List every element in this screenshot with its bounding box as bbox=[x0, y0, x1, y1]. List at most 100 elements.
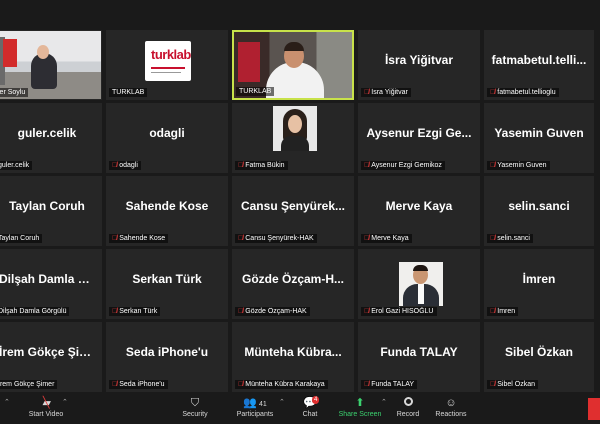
participant-tile[interactable]: Funda TALAY 🎙̸ Funda TALAY bbox=[358, 322, 480, 392]
reactions-icon: ☺ bbox=[445, 397, 457, 409]
mic-muted-icon: 🎙̸ bbox=[112, 308, 118, 315]
participant-name-label: 🎙̸ Funda TALAY bbox=[361, 380, 418, 389]
participant-tile[interactable]: ler Soylu bbox=[0, 30, 102, 100]
participant-display-name: Sibel Özkan bbox=[504, 345, 574, 359]
mic-muted-icon: 🎙̸ bbox=[112, 162, 118, 169]
mic-muted-icon: 🎙̸ bbox=[364, 162, 370, 169]
mic-muted-icon: 🎙̸ bbox=[112, 235, 118, 242]
participant-tile[interactable]: 🎙̸ Fatma Bükin bbox=[232, 103, 354, 173]
participant-tile[interactable]: Dilşah Damla G... Dilşah Damla Görgülü bbox=[0, 249, 102, 319]
mic-muted-icon: 🎙̸ bbox=[364, 89, 370, 96]
chat-label: Chat bbox=[302, 411, 318, 418]
participant-name-label: TURKLAB bbox=[109, 88, 148, 97]
participant-name: Sahende Kose bbox=[119, 235, 166, 242]
participant-name-label: 🎙̸ Cansu Şenyürek-HAK bbox=[235, 234, 317, 243]
security-button[interactable]: ⛉ Security bbox=[178, 396, 212, 418]
participant-tile[interactable]: İsra Yiğitvar 🎙̸ İsra Yiğitvar bbox=[358, 30, 480, 100]
participant-name-label: 🎙̸ Gözde Özçam-HAK bbox=[235, 307, 310, 316]
chat-button[interactable]: 💬 4 Chat bbox=[298, 396, 322, 418]
start-video-button[interactable]: ▰╲ Start Video bbox=[26, 396, 66, 418]
participants-button[interactable]: 👥 41 Participants bbox=[232, 396, 278, 418]
participant-tile[interactable]: Serkan Türk 🎙̸ Serkan Türk bbox=[106, 249, 228, 319]
participant-tile[interactable]: Merve Kaya 🎙̸ Merve Kaya bbox=[358, 176, 480, 246]
participant-name-label: Taylan Coruh bbox=[0, 234, 43, 243]
participant-tile[interactable]: guler.celik guler.celik bbox=[0, 103, 102, 173]
participant-name-label: 🎙̸ Sibel Özkan bbox=[487, 380, 538, 389]
participant-name-label: 🎙̸ Sahende Kose bbox=[109, 234, 169, 243]
participant-name-label: 🎙̸ Aysenur Ezgi Gemikoz bbox=[361, 161, 445, 170]
participant-tile[interactable]: Taylan Coruh Taylan Coruh bbox=[0, 176, 102, 246]
participant-name-label: TURKLAB bbox=[236, 87, 275, 96]
participant-name: Erol Gazi HISOĞLU bbox=[371, 308, 434, 315]
participant-name: Taylan Coruh bbox=[0, 235, 40, 242]
participants-icon: 👥 41 bbox=[243, 397, 267, 409]
participant-tile[interactable]: Münteha Kübra... 🎙̸ Münteha Kübra Karakaya bbox=[232, 322, 354, 392]
mic-muted-icon: 🎙̸ bbox=[238, 381, 244, 388]
participant-tile[interactable]: Cansu Şenyürek... 🎙̸ Cansu Şenyürek-HAK bbox=[232, 176, 354, 246]
mic-muted-icon: 🎙̸ bbox=[112, 381, 118, 388]
video-gallery: ler Soylu turklab TURKLAB TURKLAB İsra Yiğit… bbox=[0, 30, 594, 392]
participant-display-name: Taylan Coruh bbox=[9, 199, 85, 213]
participant-name: Seda iPhone'u bbox=[119, 381, 165, 388]
record-button[interactable]: Record bbox=[394, 396, 422, 418]
participant-tile[interactable]: 🎙̸ Erol Gazi HISOĞLU bbox=[358, 249, 480, 319]
participant-name: selin.sanci bbox=[497, 235, 530, 242]
participant-display-name: Serkan Türk bbox=[132, 272, 202, 286]
participant-tile[interactable]: Yasemin Guven 🎙̸ Yasemin Guven bbox=[484, 103, 594, 173]
participant-name: ler Soylu bbox=[0, 89, 26, 96]
participant-tile[interactable]: odagli 🎙̸ odagli bbox=[106, 103, 228, 173]
participant-name: Dilşah Damla Görgülü bbox=[0, 308, 67, 315]
share-screen-icon: ⬆ bbox=[355, 397, 365, 409]
participant-tile[interactable]: Sibel Özkan 🎙̸ Sibel Özkan bbox=[484, 322, 594, 392]
participant-display-name: Sahende Kose bbox=[125, 199, 209, 213]
participant-name: odagli bbox=[119, 162, 138, 169]
participant-display-name: Merve Kaya bbox=[385, 199, 453, 213]
reactions-label: Reactions bbox=[435, 411, 467, 418]
participant-name-label: 🎙̸ Serkan Türk bbox=[109, 307, 161, 316]
end-meeting-button[interactable] bbox=[588, 398, 600, 420]
participants-options-chevron-icon[interactable]: ⌃ bbox=[279, 398, 285, 406]
participant-tile[interactable]: TURKLAB bbox=[232, 30, 354, 100]
participant-tile[interactable]: Seda iPhone'u 🎙̸ Seda iPhone'u bbox=[106, 322, 228, 392]
participant-tile[interactable]: selin.sanci 🎙̸ selin.sanci bbox=[484, 176, 594, 246]
mic-muted-icon: 🎙̸ bbox=[364, 235, 370, 242]
participant-name-label: 🎙̸ Seda iPhone'u bbox=[109, 380, 168, 389]
participant-tile[interactable]: Gözde Özçam-H... 🎙̸ Gözde Özçam-HAK bbox=[232, 249, 354, 319]
meeting-toolbar: ⌃ ▰╲ Start Video ⌃ ⛉ Security 👥 41 Partic… bbox=[0, 394, 600, 424]
mic-muted-icon: 🎙̸ bbox=[490, 381, 496, 388]
security-label: Security bbox=[182, 411, 208, 418]
profile-photo bbox=[399, 262, 443, 306]
video-off-icon: ▰╲ bbox=[42, 397, 51, 409]
participant-tile[interactable]: fatmabetul.telli... 🎙̸ fatmabetul.telliogl… bbox=[484, 30, 594, 100]
video-options-chevron-icon[interactable]: ⌃ bbox=[62, 398, 68, 406]
start-video-label: Start Video bbox=[28, 411, 64, 418]
participant-name: guler.celik bbox=[0, 162, 30, 169]
audio-options-chevron-icon[interactable]: ⌃ bbox=[4, 398, 10, 406]
participant-tile[interactable]: Sahende Kose 🎙̸ Sahende Kose bbox=[106, 176, 228, 246]
share-options-chevron-icon[interactable]: ⌃ bbox=[381, 398, 387, 406]
participant-display-name: İrem Gökçe Şimer bbox=[0, 345, 101, 359]
mic-muted-icon: 🎙̸ bbox=[238, 308, 244, 315]
participant-tile[interactable]: İmren 🎙̸ İmren bbox=[484, 249, 594, 319]
participant-name: Münteha Kübra Karakaya bbox=[245, 381, 325, 388]
mic-muted-icon: 🎙̸ bbox=[364, 308, 370, 315]
participant-name: Fatma Bükin bbox=[245, 162, 285, 169]
share-screen-button[interactable]: ⬆ Share Screen bbox=[338, 396, 382, 418]
participant-display-name: Dilşah Damla G... bbox=[0, 272, 98, 286]
participant-name-label: 🎙̸ İmren bbox=[487, 307, 519, 316]
participant-name-label: 🎙̸ Fatma Bükin bbox=[235, 161, 288, 170]
participant-name: fatmabetul.tellioglu bbox=[497, 89, 556, 96]
participant-name: Serkan Türk bbox=[119, 308, 158, 315]
participant-tile[interactable]: Aysenur Ezgi Ge... 🎙̸ Aysenur Ezgi Gemikoz bbox=[358, 103, 480, 173]
participant-name-label: 🎙̸ Münteha Kübra Karakaya bbox=[235, 380, 328, 389]
participant-name-label: 🎙̸ Yasemin Guven bbox=[487, 161, 550, 170]
participant-name-label: ler Soylu bbox=[0, 88, 29, 97]
flag-icon bbox=[3, 39, 17, 67]
participant-name: Merve Kaya bbox=[371, 235, 409, 242]
participant-display-name: fatmabetul.telli... bbox=[491, 53, 587, 67]
participant-tile[interactable]: turklab TURKLAB bbox=[106, 30, 228, 100]
reactions-button[interactable]: ☺ Reactions bbox=[434, 396, 468, 418]
participant-display-name: Funda TALAY bbox=[380, 345, 458, 359]
participant-name-label: 🎙̸ odagli bbox=[109, 161, 141, 170]
participant-tile[interactable]: İrem Gökçe Şimer İrem Gökçe Şimer bbox=[0, 322, 102, 392]
